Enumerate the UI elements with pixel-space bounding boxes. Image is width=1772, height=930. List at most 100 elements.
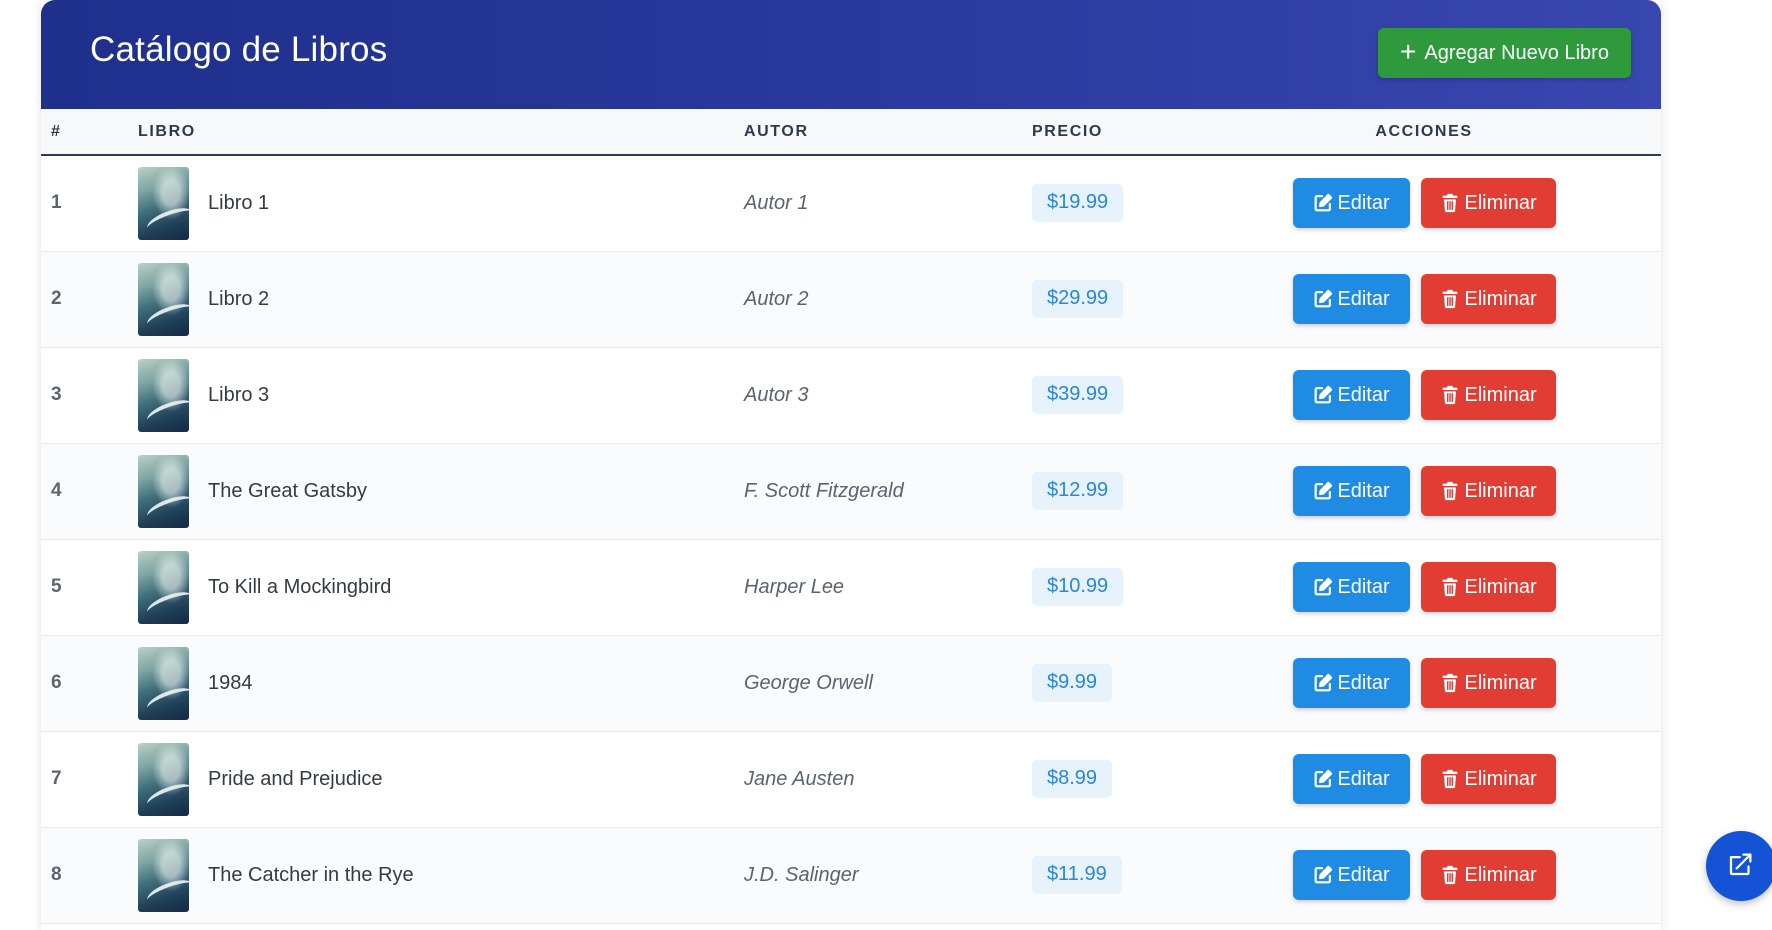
edit-icon bbox=[1312, 384, 1334, 406]
book-author: Jane Austen bbox=[744, 767, 855, 790]
delete-button[interactable]: Eliminar bbox=[1420, 850, 1556, 900]
book-title: 1984 bbox=[208, 671, 253, 694]
add-book-button[interactable]: + Agregar Nuevo Libro bbox=[1378, 28, 1631, 78]
edit-button-label: Editar bbox=[1337, 479, 1390, 502]
delete-button-label: Eliminar bbox=[1464, 479, 1537, 502]
book-cover-image[interactable] bbox=[138, 646, 189, 720]
price-cell: $8.99 bbox=[1032, 731, 1187, 827]
edit-button[interactable]: Editar bbox=[1292, 562, 1410, 612]
book-title: Libro 2 bbox=[208, 287, 270, 310]
actions-cell: Editar Eliminar bbox=[1187, 731, 1661, 827]
book-cover-image[interactable] bbox=[138, 454, 189, 528]
table-header-row: # LIBRO AUTOR PRECIO ACCIONES bbox=[41, 109, 1661, 156]
edit-button-label: Editar bbox=[1337, 287, 1390, 310]
book-title: The Catcher in the Rye bbox=[208, 863, 414, 886]
book-author: Autor 2 bbox=[744, 287, 809, 310]
edit-icon bbox=[1312, 288, 1334, 310]
price-cell: $9.99 bbox=[1032, 635, 1187, 731]
delete-button-label: Eliminar bbox=[1464, 671, 1537, 694]
delete-button-label: Eliminar bbox=[1464, 575, 1537, 598]
price-cell: $12.99 bbox=[1032, 443, 1187, 539]
delete-button[interactable]: Eliminar bbox=[1420, 658, 1556, 708]
edit-button-label: Editar bbox=[1337, 863, 1390, 886]
delete-button-label: Eliminar bbox=[1464, 767, 1537, 790]
table-row: 6 1984 George Orwell $9.99 Editar Elimin… bbox=[41, 635, 1661, 731]
page-title: Catálogo de Libros bbox=[90, 30, 388, 69]
delete-button-label: Eliminar bbox=[1464, 863, 1537, 886]
row-number: 2 bbox=[51, 288, 62, 309]
edit-button[interactable]: Editar bbox=[1292, 274, 1410, 324]
trash-icon bbox=[1439, 672, 1461, 694]
price-cell: $10.99 bbox=[1032, 539, 1187, 635]
floating-action-button[interactable] bbox=[1706, 831, 1772, 901]
edit-button[interactable]: Editar bbox=[1292, 178, 1410, 229]
actions-cell: Editar Eliminar bbox=[1187, 827, 1661, 923]
book-title: Libro 1 bbox=[208, 191, 270, 214]
price-cell: $11.99 bbox=[1032, 827, 1187, 923]
book-cell: To Kill a Mockingbird bbox=[138, 539, 744, 635]
trash-icon bbox=[1439, 576, 1461, 598]
trash-icon bbox=[1439, 192, 1461, 214]
table-row: 3 Libro 3 Autor 3 $39.99 Editar Eliminar bbox=[41, 347, 1661, 443]
trash-icon bbox=[1439, 288, 1461, 310]
column-header-number[interactable]: # bbox=[41, 109, 138, 156]
trash-icon bbox=[1439, 384, 1461, 406]
column-header-book[interactable]: LIBRO bbox=[138, 109, 744, 156]
column-header-author[interactable]: AUTOR bbox=[744, 109, 1032, 156]
table-row: 7 Pride and Prejudice Jane Austen $8.99 bbox=[41, 731, 1661, 827]
price-badge: $19.99 bbox=[1032, 184, 1124, 223]
price-badge: $9.99 bbox=[1032, 664, 1113, 702]
book-author: Autor 1 bbox=[744, 191, 809, 214]
catalog-card: Catálogo de Libros + Agregar Nuevo Libro… bbox=[41, 0, 1661, 930]
book-title: The Great Gatsby bbox=[208, 479, 367, 502]
edit-button[interactable]: Editar bbox=[1292, 370, 1410, 420]
table-row: 2 Libro 2 Autor 2 $29.99 Editar Eliminar bbox=[41, 251, 1661, 347]
actions-cell: Editar Eliminar bbox=[1187, 155, 1661, 251]
delete-button-label: Eliminar bbox=[1464, 287, 1537, 310]
edit-icon bbox=[1312, 192, 1334, 214]
delete-button[interactable]: Eliminar bbox=[1420, 466, 1556, 516]
edit-button-label: Editar bbox=[1337, 191, 1390, 214]
books-table: # LIBRO AUTOR PRECIO ACCIONES 1 Libro 1 … bbox=[41, 109, 1661, 924]
book-cover-image[interactable] bbox=[138, 358, 189, 432]
delete-button[interactable]: Eliminar bbox=[1420, 178, 1556, 229]
column-header-actions: ACCIONES bbox=[1187, 109, 1661, 156]
book-author: F. Scott Fitzgerald bbox=[744, 479, 904, 502]
edit-button-label: Editar bbox=[1337, 575, 1390, 598]
table-row: 1 Libro 1 Autor 1 $19.99 Editar Eliminar bbox=[41, 155, 1661, 251]
price-badge: $8.99 bbox=[1032, 760, 1113, 798]
column-header-price[interactable]: PRECIO bbox=[1032, 109, 1187, 156]
book-cover-image[interactable] bbox=[138, 262, 189, 336]
book-author: George Orwell bbox=[744, 671, 873, 694]
delete-button[interactable]: Eliminar bbox=[1420, 370, 1556, 420]
book-cover-image[interactable] bbox=[138, 550, 189, 624]
book-cell: 1984 bbox=[138, 635, 744, 731]
delete-button[interactable]: Eliminar bbox=[1420, 754, 1556, 804]
actions-cell: Editar Eliminar bbox=[1187, 347, 1661, 443]
edit-button[interactable]: Editar bbox=[1292, 658, 1410, 708]
row-number: 3 bbox=[51, 384, 62, 405]
edit-button[interactable]: Editar bbox=[1292, 754, 1410, 804]
book-cover-image[interactable] bbox=[138, 742, 189, 816]
book-title: To Kill a Mockingbird bbox=[208, 575, 392, 598]
edit-icon bbox=[1312, 864, 1334, 886]
book-cell: Libro 3 bbox=[138, 347, 744, 443]
delete-button[interactable]: Eliminar bbox=[1420, 274, 1556, 324]
edit-icon bbox=[1312, 768, 1334, 790]
delete-button[interactable]: Eliminar bbox=[1420, 562, 1556, 612]
row-number: 6 bbox=[51, 672, 62, 693]
table-row: 5 To Kill a Mockingbird Harper Lee $10.9… bbox=[41, 539, 1661, 635]
table-row: 8 The Catcher in the Rye J.D. Salinger $… bbox=[41, 827, 1661, 923]
table-row: 4 The Great Gatsby F. Scott Fitzgerald $… bbox=[41, 443, 1661, 539]
price-badge: $12.99 bbox=[1032, 472, 1124, 510]
book-cover-image[interactable] bbox=[138, 838, 189, 912]
book-cell: Pride and Prejudice bbox=[138, 731, 744, 827]
external-link-icon bbox=[1726, 849, 1756, 884]
book-cell: The Catcher in the Rye bbox=[138, 827, 744, 923]
edit-button[interactable]: Editar bbox=[1292, 466, 1410, 516]
edit-icon bbox=[1312, 480, 1334, 502]
edit-button[interactable]: Editar bbox=[1292, 850, 1410, 900]
row-number: 7 bbox=[51, 768, 62, 789]
book-cover-image[interactable] bbox=[138, 166, 189, 240]
price-cell: $19.99 bbox=[1032, 155, 1187, 251]
